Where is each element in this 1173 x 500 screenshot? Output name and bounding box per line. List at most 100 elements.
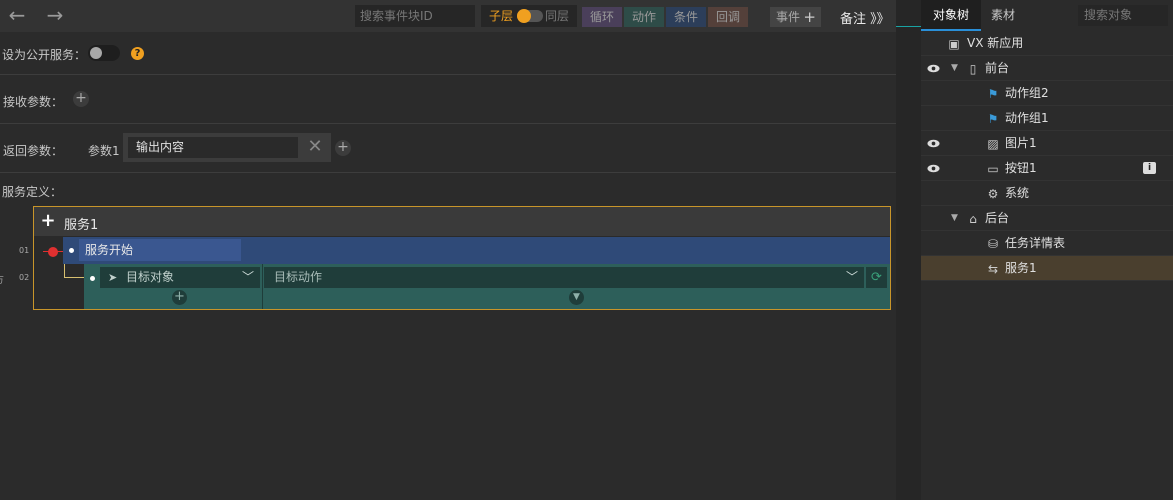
filter-condition-button[interactable]: 条件 — [666, 7, 706, 27]
clear-icon[interactable]: ✕ — [304, 136, 326, 158]
database-icon: ⛁ — [987, 237, 999, 251]
service-title: 服务1 — [64, 218, 99, 233]
param-value-input[interactable]: 输出内容 — [128, 137, 298, 158]
layer-toggle[interactable] — [517, 9, 543, 23]
tree-item-label: 按钮1 — [1005, 161, 1037, 175]
event-id-search-input[interactable]: 搜索事件块ID — [355, 5, 475, 27]
filter-action-button[interactable]: 动作 — [624, 7, 664, 27]
tree-item[interactable]: ▨ 图片1 — [921, 131, 1173, 156]
target-object-select[interactable]: ➤ 目标对象 ﹀ — [100, 267, 260, 288]
action-row: ➤ 目标对象 ﹀ 目标动作 ﹀ ⟳ + ▼ — [84, 264, 890, 309]
filter-callback-button[interactable]: 回调 — [708, 7, 748, 27]
tree-item[interactable]: ⇆ 服务1 — [921, 256, 1173, 281]
button-icon: ▭ — [987, 162, 999, 176]
public-service-toggle[interactable] — [88, 45, 120, 61]
tree-item[interactable]: ▼ ⌂ 后台 — [921, 206, 1173, 231]
panel-gutter — [896, 0, 921, 500]
cut-off-char: 方 — [0, 271, 4, 286]
event-label: 事件 — [776, 10, 801, 24]
toolbar: ← → 搜索事件块ID 子层 同层 循环 动作 条件 回调 事件 + 备注 》》 — [0, 0, 896, 32]
breakpoint-icon[interactable] — [48, 247, 58, 257]
tree-item-label: VX 新应用 — [967, 36, 1024, 50]
tree-item[interactable]: ▼ ▯ 前台 — [921, 56, 1173, 81]
tree-item[interactable]: ⛁ 任务详情表 — [921, 231, 1173, 256]
event-editor: ← → 搜索事件块ID 子层 同层 循环 动作 条件 回调 事件 + 备注 》》… — [0, 0, 896, 500]
target-action-label: 目标动作 — [274, 270, 323, 284]
add-return-param-button[interactable]: + — [335, 140, 351, 156]
help-icon[interactable]: ? — [131, 47, 144, 60]
divider — [896, 26, 921, 27]
tree-item-label: 图片1 — [1005, 136, 1037, 150]
eye-icon[interactable] — [927, 138, 940, 149]
divider — [0, 123, 896, 124]
filter-loop-button[interactable]: 循环 — [582, 7, 622, 27]
receive-params-label: 接收参数： — [3, 95, 64, 109]
add-event-button[interactable]: 事件 + — [770, 7, 821, 27]
service-def-label: 服务定义： — [2, 185, 63, 199]
add-action-button[interactable]: + — [172, 290, 187, 305]
plus-icon: + — [803, 8, 816, 26]
tree-item-label: 动作组1 — [1005, 111, 1049, 125]
service-start-label: 服务开始 — [79, 239, 241, 261]
sub-layer-label: 子层 — [489, 9, 514, 23]
service-icon: ⇆ — [987, 262, 999, 276]
toggle-knob — [90, 47, 102, 59]
tab-assets[interactable]: 素材 — [981, 0, 1025, 31]
tree-item-label: 后台 — [985, 211, 1010, 225]
tree-item[interactable]: ⚙ 系统 — [921, 181, 1173, 206]
tree-item[interactable]: ⚑ 动作组2 — [921, 81, 1173, 106]
chevron-down-icon: ﹀ — [241, 270, 254, 284]
return-param-box: 输出内容 ✕ — [123, 133, 331, 162]
return-params-label: 返回参数： — [3, 144, 64, 158]
tree-item[interactable]: ⚑ 动作组1 — [921, 106, 1173, 131]
panel-tabs: 对象树 素材 搜索对象 — [921, 0, 1173, 31]
tree-item[interactable]: ▭ 按钮1 i — [921, 156, 1173, 181]
service-start-row[interactable]: 服务开始 — [63, 237, 890, 264]
gear-icon: ⚙ — [987, 187, 999, 201]
expand-circle-icon[interactable]: ▼ — [569, 290, 584, 305]
cursor-icon: ➤ — [108, 271, 118, 284]
cloud-house-icon: ⌂ — [969, 212, 977, 226]
service-block: + 服务1 服务开始 ➤ 目标对象 ﹀ 目标动作 ﹀ ⟳ + ▼ — [33, 206, 891, 310]
phone-icon: ▯ — [969, 62, 977, 76]
object-search-input[interactable]: 搜索对象 — [1078, 5, 1168, 26]
add-receive-param-button[interactable]: + — [73, 91, 89, 107]
same-layer-label: 同层 — [545, 9, 570, 23]
eye-icon[interactable] — [927, 63, 940, 74]
bullet-icon — [69, 248, 74, 253]
public-service-label: 设为公开服务： — [2, 48, 87, 62]
tree-item-label: 前台 — [985, 61, 1010, 75]
app-icon: ▣ — [948, 37, 960, 51]
toggle-knob — [517, 9, 531, 23]
forward-arrow-icon[interactable]: → — [42, 4, 68, 28]
expand-arrow-icon[interactable]: ▼ — [951, 213, 958, 223]
bullet-icon — [90, 276, 95, 281]
back-arrow-icon[interactable]: ← — [4, 4, 30, 28]
tree-item-label: 动作组2 — [1005, 86, 1049, 100]
add-step-plus-icon[interactable]: + — [40, 212, 56, 230]
param-name-label: 参数1 — [88, 144, 120, 158]
chevron-down-icon: ﹀ — [845, 270, 858, 284]
action-group-icon: ⚑ — [987, 87, 999, 101]
refresh-icon[interactable]: ⟳ — [866, 267, 887, 288]
info-icon[interactable]: i — [1143, 162, 1156, 174]
tab-object-tree[interactable]: 对象树 — [921, 0, 981, 31]
target-action-select[interactable]: 目标动作 ﹀ — [264, 267, 864, 288]
connector-line — [64, 277, 84, 278]
image-icon: ▨ — [987, 137, 999, 151]
layer-switch: 子层 同层 — [481, 5, 577, 27]
divider — [0, 74, 896, 75]
service-header: + 服务1 — [34, 207, 890, 236]
divider — [262, 264, 263, 309]
action-group-icon: ⚑ — [987, 112, 999, 126]
tree-item[interactable]: ▣ VX 新应用 — [921, 31, 1173, 56]
line-number-02: 02 — [19, 273, 30, 282]
tree-item-label: 任务详情表 — [1005, 236, 1066, 250]
tree-item-label: 系统 — [1005, 186, 1030, 200]
eye-icon[interactable] — [927, 163, 940, 174]
line-number-01: 01 — [19, 246, 30, 255]
target-object-label: 目标对象 — [126, 270, 175, 284]
expand-arrow-icon[interactable]: ▼ — [951, 63, 958, 73]
notes-button[interactable]: 备注 》》 — [840, 8, 890, 27]
tree-item-label: 服务1 — [1005, 261, 1037, 275]
